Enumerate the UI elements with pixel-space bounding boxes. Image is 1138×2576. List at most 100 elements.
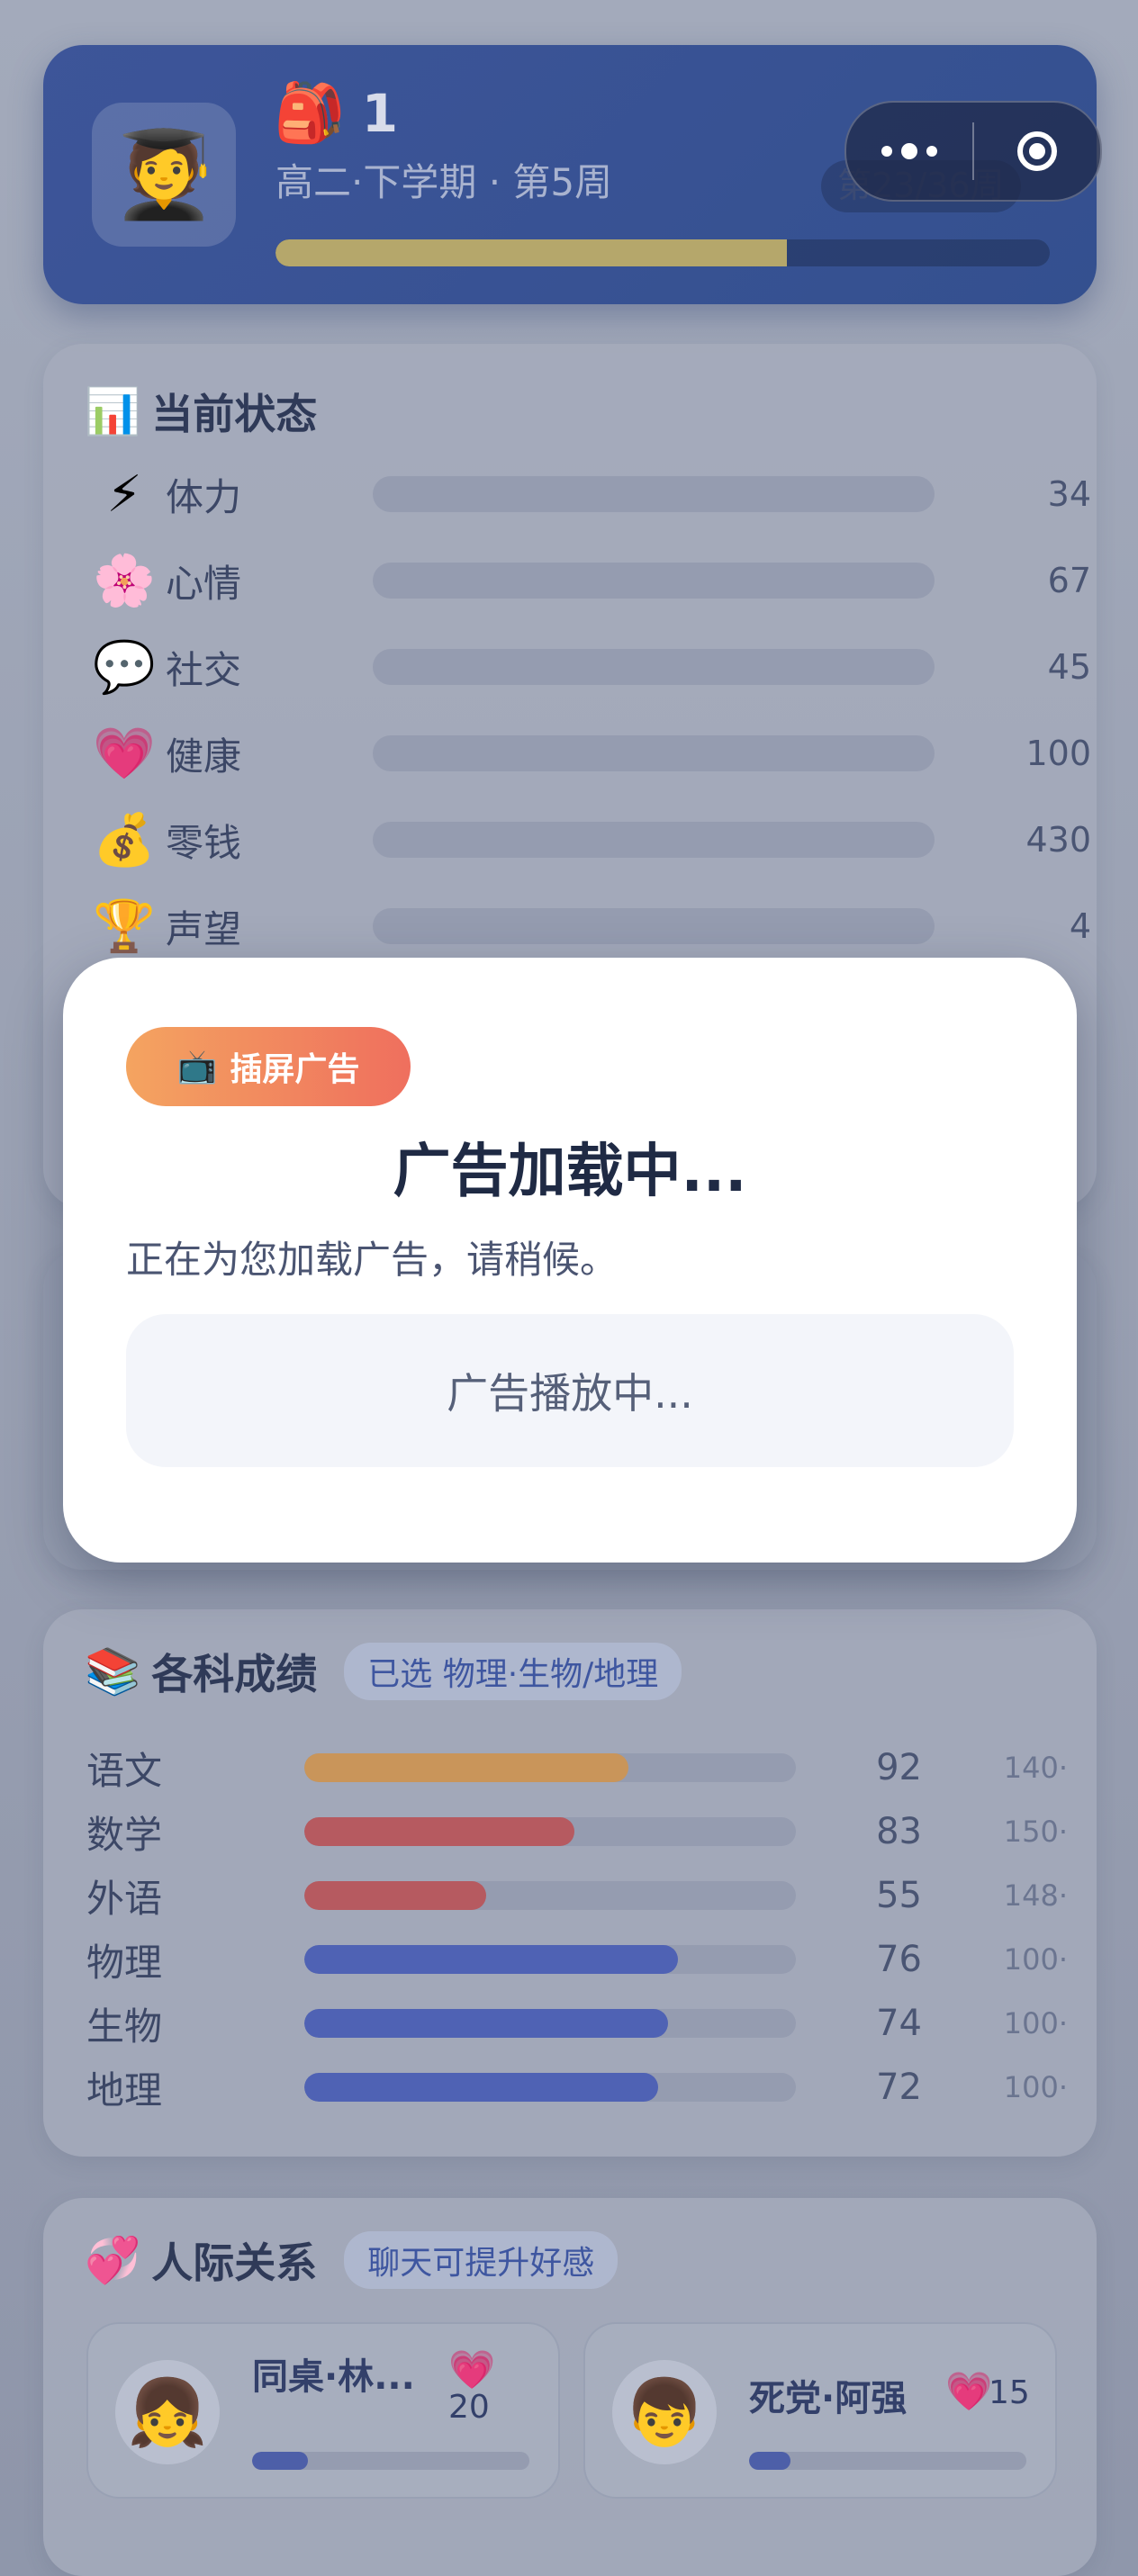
grades-card: 📚 各科成绩 已选 物理·生物/地理 语文 92 140· 数学 83 150· 外语 55 1…: [43, 1609, 1097, 2157]
status-value: 34: [1047, 474, 1091, 514]
selected-subjects-tag: 已选 物理·生物/地理: [344, 1643, 682, 1700]
term-progress-fill: [275, 239, 787, 266]
status-value: 100: [1025, 734, 1091, 773]
status-icon: 🌸: [93, 552, 156, 610]
more-menu-button[interactable]: [846, 143, 972, 159]
grade-max: 100·: [1003, 2070, 1068, 2104]
grade-row: 语文 92 140·: [86, 1739, 1068, 1797]
grade-bar: [304, 2073, 796, 2102]
more-dot-icon: [926, 146, 937, 157]
chat-tip-tag: 聊天可提升好感: [344, 2231, 619, 2289]
status-label: 声望: [166, 906, 242, 951]
heart-icon: 💗: [448, 2347, 496, 2391]
status-icon: 💬: [93, 638, 156, 697]
relations-title-text: 人际关系: [151, 2238, 318, 2287]
relations-title: 💞 人际关系 聊天可提升好感: [85, 2230, 619, 2290]
friend-name: 死党·阿强: [749, 2378, 908, 2419]
more-dot-icon: [881, 146, 892, 157]
status-label: 体力: [166, 474, 242, 519]
grade-row: 外语 55 148·: [86, 1867, 1068, 1924]
status-bar: [373, 649, 935, 685]
grade-bar: [304, 1945, 796, 1974]
affinity-bar-fill: [749, 2452, 791, 2470]
grade-bar-fill: [304, 1945, 678, 1974]
status-row: 💰 零钱 430: [90, 808, 1098, 871]
grade-row: 数学 83 150·: [86, 1803, 1068, 1860]
status-row: 🌸 心情 67: [90, 549, 1098, 612]
grade-score: 83: [876, 1811, 922, 1852]
hearts-icon: 💞: [85, 2233, 141, 2286]
status-icon: ⚡: [106, 464, 142, 524]
status-bar: [373, 476, 935, 512]
modal-description: 正在为您加载广告，请稍候。: [126, 1238, 619, 1282]
status-row: 💗 健康 100: [90, 722, 1098, 785]
bar-chart-icon: 📊: [85, 384, 141, 437]
interstitial-ad-modal: 📺 插屏广告 广告加载中... 正在为您加载广告，请稍候。 广告播放中...: [63, 958, 1077, 1563]
player-name: 1: [361, 83, 399, 144]
grade-max: 148·: [1003, 1878, 1068, 1913]
affinity-value: 15: [989, 2374, 1030, 2411]
term-progress-bar: [275, 239, 1050, 266]
close-target-icon: [1017, 131, 1057, 171]
affinity-bar-fill: [252, 2452, 308, 2470]
status-value: 430: [1025, 820, 1091, 860]
affinity-bar: [749, 2452, 1026, 2470]
backpack-icon: 🎒: [274, 80, 346, 147]
affinity-value: 20: [448, 2389, 490, 2426]
grade-score: 92: [876, 1747, 922, 1788]
subject-name: 外语: [86, 1876, 163, 1921]
status-label: 心情: [166, 561, 242, 606]
grade-bar-fill: [304, 2073, 659, 2102]
grade-max: 140·: [1003, 1751, 1068, 1785]
grade-bar-fill: [304, 1881, 487, 1910]
grade-score: 55: [876, 1875, 922, 1916]
subject-name: 数学: [86, 1812, 163, 1857]
player-line: 🎒 1: [274, 85, 398, 142]
grade-row: 物理 76 100·: [86, 1931, 1068, 1988]
status-value: 67: [1047, 561, 1091, 600]
ad-badge-label: 插屏广告: [230, 1051, 360, 1088]
status-bar: [373, 908, 935, 944]
books-icon: 📚: [85, 1644, 141, 1698]
status-label: 社交: [166, 647, 242, 692]
friend-card[interactable]: 👦 死党·阿强 💗 15: [583, 2322, 1057, 2499]
student-avatar[interactable]: 🧑‍🎓: [92, 103, 236, 247]
subject-name: 物理: [86, 1940, 163, 1985]
status-title: 📊 当前状态: [85, 382, 317, 441]
grade-score: 74: [876, 2003, 922, 2044]
status-title-text: 当前状态: [151, 390, 318, 438]
grade-bar-fill: [304, 1817, 575, 1846]
grade-bar: [304, 1881, 796, 1910]
ad-playing-panel: 广告播放中...: [126, 1314, 1014, 1467]
status-row: 💬 社交 45: [90, 635, 1098, 698]
subject-name: 生物: [86, 2004, 163, 2049]
status-value: 45: [1047, 647, 1091, 687]
close-miniprogram-button[interactable]: [974, 131, 1100, 171]
status-label: 零钱: [166, 820, 242, 865]
grade-bar-fill: [304, 2009, 669, 2038]
status-label: 健康: [166, 734, 242, 779]
ad-badge: 📺 插屏广告: [126, 1027, 411, 1106]
subject-name: 地理: [86, 2067, 163, 2112]
grade-score: 72: [876, 2067, 922, 2108]
tv-icon: 📺: [176, 1049, 218, 1085]
friend-avatar: 👧: [115, 2360, 220, 2464]
status-bar: [373, 822, 935, 858]
status-icon: 💗: [93, 725, 156, 783]
modal-title: 广告加载中...: [393, 1139, 747, 1205]
status-icon: 💰: [93, 811, 156, 869]
grade-row: 地理 72 100·: [86, 2058, 1068, 2116]
friend-card[interactable]: 👧 同桌·林... 💗 20: [86, 2322, 560, 2499]
status-row: ⚡ 体力 34: [90, 463, 1098, 526]
heart-icon: 💗: [945, 2369, 993, 2413]
status-bar: [373, 735, 935, 771]
status-value: 4: [1069, 906, 1091, 946]
grade-row: 生物 74 100·: [86, 1995, 1068, 2052]
grade-bar: [304, 1753, 796, 1782]
more-dot-icon: [901, 143, 917, 159]
grade-score: 76: [876, 1939, 922, 1980]
friend-avatar: 👦: [612, 2360, 717, 2464]
status-icon: 🏆: [93, 897, 156, 956]
status-bar: [373, 563, 935, 599]
miniprogram-capsule: [844, 101, 1102, 202]
